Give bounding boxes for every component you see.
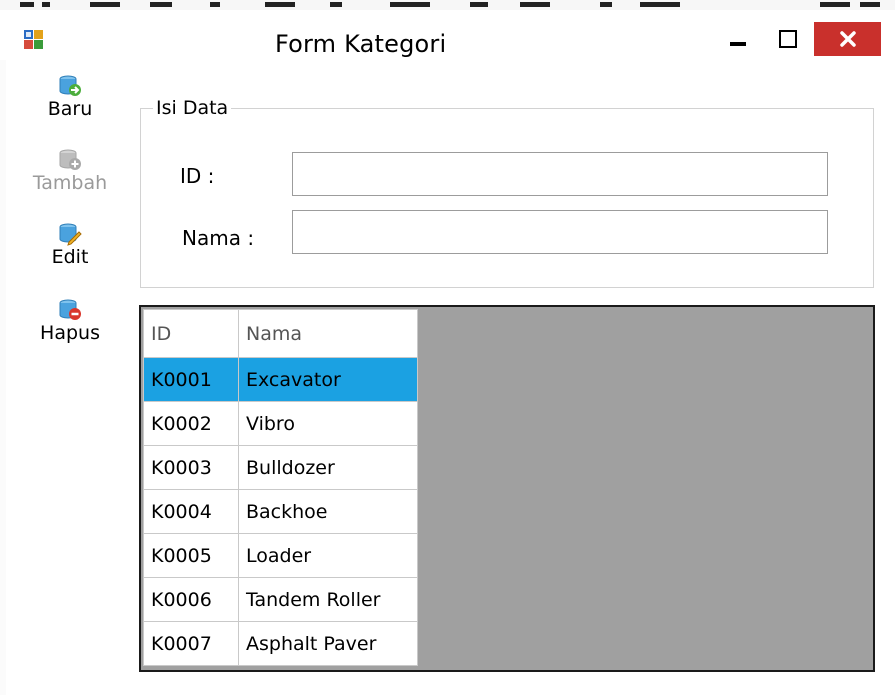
nama-label: Nama :: [182, 226, 255, 250]
cell-id[interactable]: K0003: [143, 445, 239, 490]
cell-id[interactable]: K0007: [143, 621, 239, 666]
id-input[interactable]: [292, 152, 828, 196]
cell-nama[interactable]: Asphalt Paver: [238, 621, 418, 666]
table-row[interactable]: K0004 Backhoe: [143, 489, 418, 534]
baru-button[interactable]: Baru: [20, 74, 120, 120]
cell-id[interactable]: K0002: [143, 401, 239, 446]
title-bar[interactable]: Form Kategori: [0, 10, 895, 80]
groupbox-title: Isi Data: [153, 97, 232, 119]
table-row[interactable]: K0006 Tandem Roller: [143, 577, 418, 622]
edit-button[interactable]: Edit: [20, 222, 120, 268]
cell-nama[interactable]: Backhoe: [238, 489, 418, 534]
cell-id[interactable]: K0006: [143, 577, 239, 622]
cell-nama[interactable]: Tandem Roller: [238, 577, 418, 622]
cell-nama[interactable]: Loader: [238, 533, 418, 578]
app-icon: [24, 30, 43, 49]
table-row[interactable]: K0001 Excavator: [143, 357, 418, 402]
column-header-nama[interactable]: Nama: [238, 309, 418, 358]
top-strip: [0, 0, 895, 10]
cell-nama[interactable]: Vibro: [238, 401, 418, 446]
close-icon: [839, 31, 856, 47]
left-edge: [0, 60, 6, 695]
isi-data-groupbox: [140, 108, 874, 288]
cell-id[interactable]: K0001: [143, 357, 239, 402]
database-delete-icon: [59, 299, 81, 320]
database-arrow-icon: [59, 75, 81, 96]
kategori-table: ID Nama K0001 Excavator K0002 Vibro K000…: [143, 309, 418, 666]
baru-label: Baru: [47, 98, 93, 120]
cell-id[interactable]: K0004: [143, 489, 239, 534]
minimize-button[interactable]: [718, 22, 758, 56]
window-title: Form Kategori: [275, 30, 447, 58]
hapus-button[interactable]: Hapus: [20, 298, 120, 344]
tambah-label: Tambah: [32, 172, 108, 194]
database-edit-icon: [59, 223, 82, 246]
kategori-data-grid[interactable]: ID Nama K0001 Excavator K0002 Vibro K000…: [139, 305, 875, 672]
tambah-button[interactable]: Tambah: [20, 148, 120, 194]
header-row: ID Nama: [143, 309, 418, 358]
nama-input[interactable]: [292, 210, 828, 254]
cell-id[interactable]: K0005: [143, 533, 239, 578]
table-row[interactable]: K0005 Loader: [143, 533, 418, 578]
cell-nama[interactable]: Bulldozer: [238, 445, 418, 490]
maximize-button[interactable]: [768, 22, 808, 56]
minimize-icon: [730, 42, 746, 46]
table-row[interactable]: K0003 Bulldozer: [143, 445, 418, 490]
cell-nama[interactable]: Excavator: [238, 357, 418, 402]
close-button[interactable]: [814, 22, 881, 56]
database-add-icon: [59, 149, 81, 170]
maximize-icon: [779, 30, 797, 48]
table-row[interactable]: K0002 Vibro: [143, 401, 418, 446]
id-label: ID :: [180, 164, 215, 188]
table-row[interactable]: K0007 Asphalt Paver: [143, 621, 418, 666]
column-header-id[interactable]: ID: [143, 309, 239, 358]
edit-label: Edit: [51, 246, 89, 268]
hapus-label: Hapus: [40, 322, 100, 344]
